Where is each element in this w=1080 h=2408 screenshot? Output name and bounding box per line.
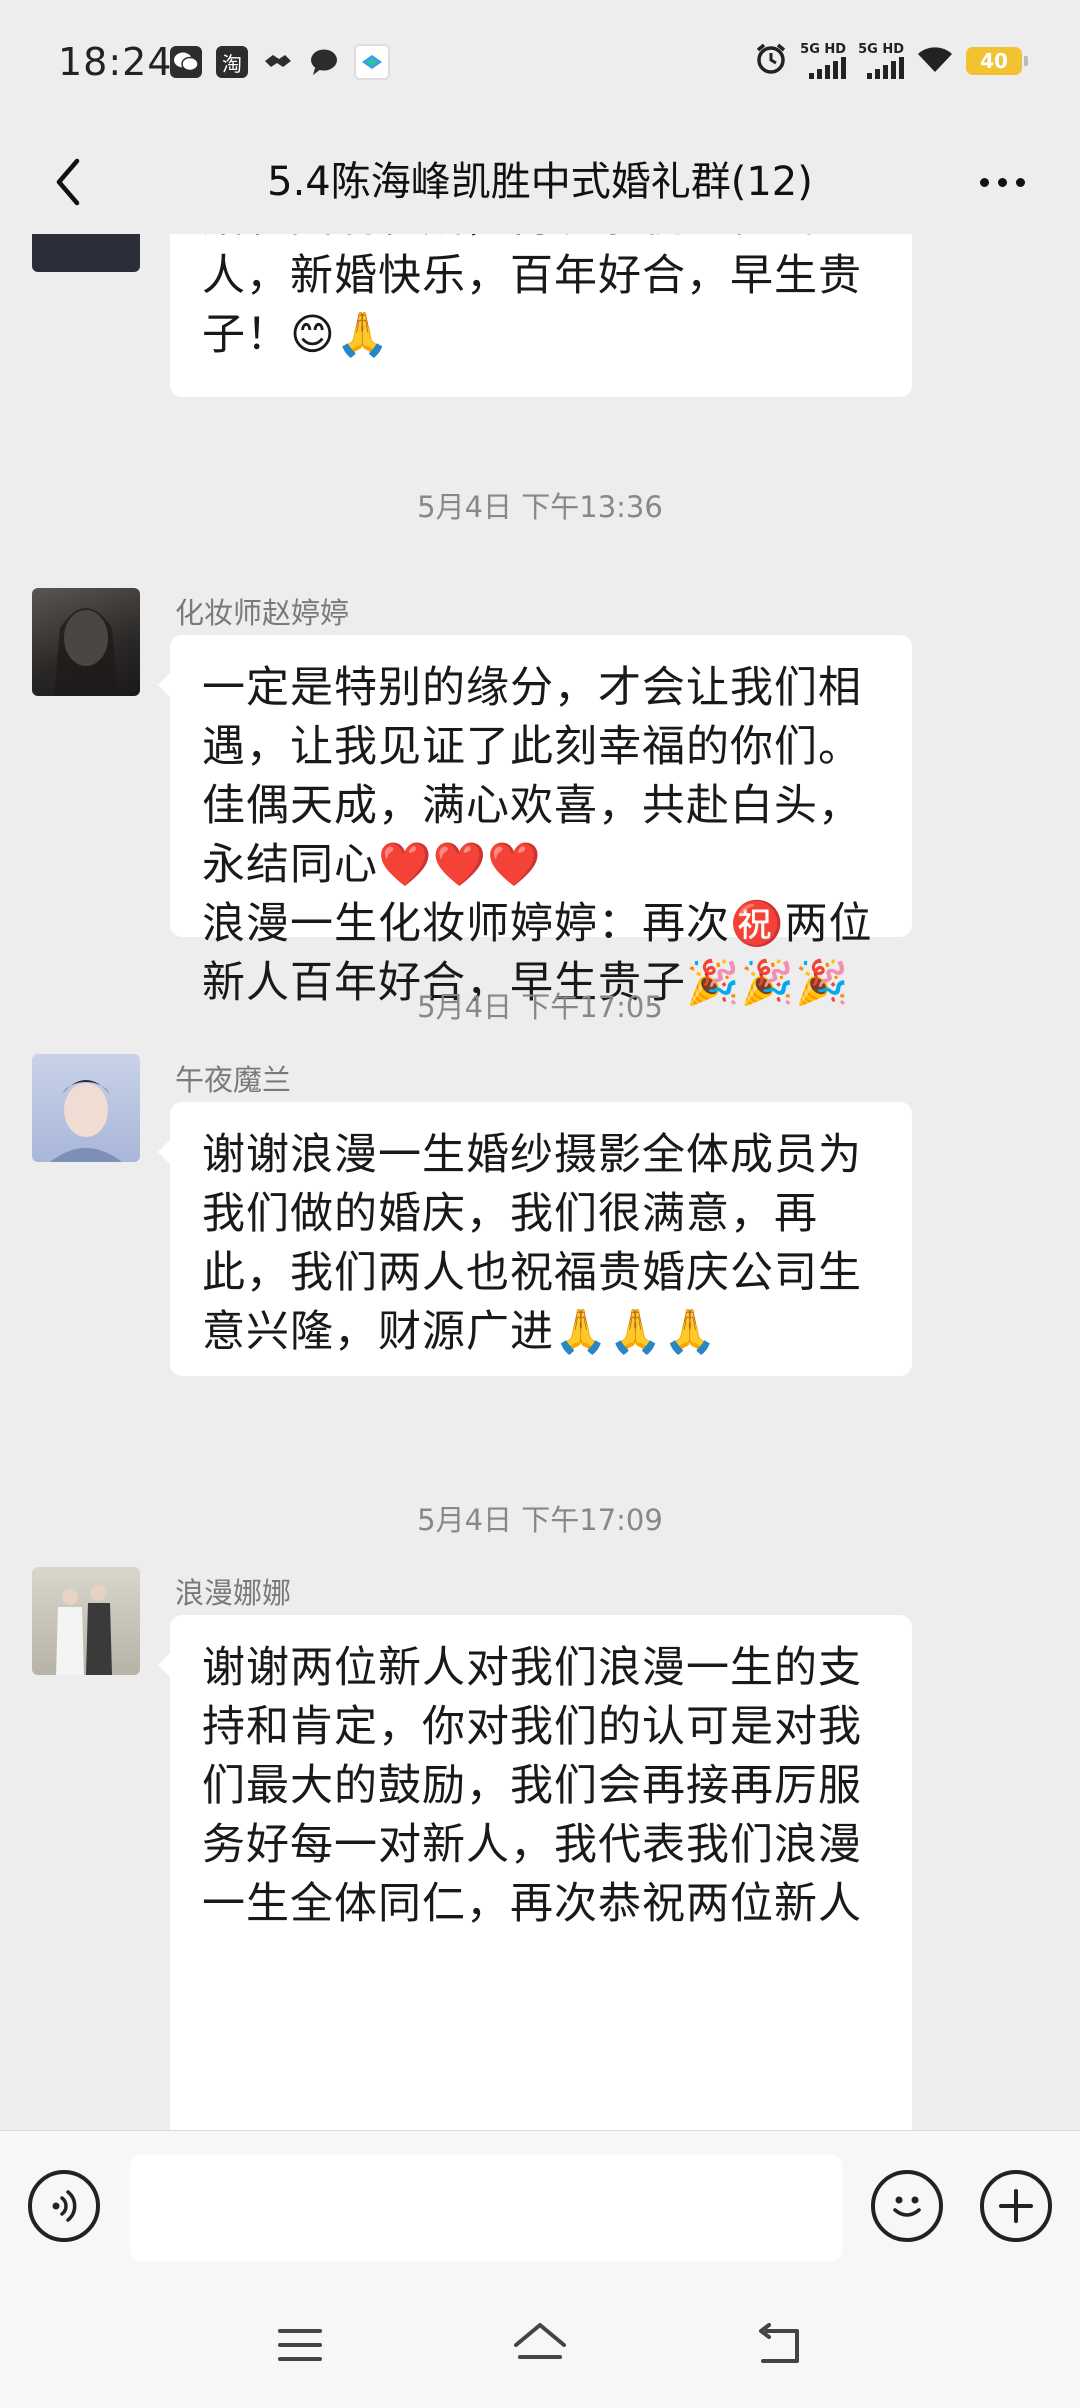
system-nav-bar [0, 2282, 1080, 2408]
message-bubble[interactable]: 谢谢浪漫一生婚纱摄影全体成员为我们做的婚庆，我们很满意，再此，我们两人也祝福贵婚… [158, 1102, 912, 1376]
emoji-icon [893, 2196, 921, 2217]
alarm-icon [754, 42, 788, 80]
message-text: 谢谢两位新人对我们浪漫一生的支持和肯定，你对我们的认可是对我们最大的鼓励，我们会… [202, 1643, 862, 1929]
dot-icon [997, 177, 1007, 187]
emoji-button[interactable] [871, 2170, 943, 2242]
dot-icon [979, 177, 989, 187]
message-bubble[interactable]: 谢谢两位新人对我们浪漫一生的支持和肯定，你对我们的认可是对我们最大的鼓励，我们会… [158, 1615, 912, 2130]
timestamp: 5月4日 下午13:36 [417, 490, 663, 524]
message-text: 婚礼圆满礼成，再次恭祝二位新人，新婚快乐，百年好合，早生贵子！😊🙏 [202, 234, 862, 360]
voice-icon [52, 2190, 77, 2222]
chat-header: 5.4陈海峰凯胜中式婚礼群(12) [0, 130, 1080, 234]
timestamp: 5月4日 下午17:05 [417, 990, 663, 1024]
menu-icon [278, 2329, 322, 2361]
back-button[interactable] [38, 150, 98, 214]
status-right: 5G HD 5G HD 40 [754, 42, 1028, 80]
timestamp: 5月4日 下午17:09 [417, 1503, 663, 1537]
message-bubble[interactable]: 一定是特别的缘分，才会让我们相遇，让我见证了此刻幸福的你们。佳偶天成，满心欢喜，… [158, 635, 912, 1008]
message-list[interactable]: 婚礼圆满礼成，再次恭祝二位新人，新婚快乐，百年好合，早生贵子！😊🙏 5月4日 下… [0, 234, 1080, 2130]
message-input[interactable] [130, 2155, 842, 2261]
dot-icon [1015, 177, 1025, 187]
signal-2: 5G HD [858, 43, 904, 79]
avatar[interactable] [32, 1054, 140, 1162]
avatar[interactable] [32, 588, 140, 696]
app-icon [354, 44, 390, 80]
message-bubble[interactable]: 婚礼圆满礼成，再次恭祝二位新人，新婚快乐，百年好合，早生贵子！😊🙏 [170, 234, 912, 397]
wifi-icon [916, 44, 954, 78]
more-button[interactable] [962, 150, 1042, 214]
signal-1: 5G HD [800, 43, 847, 79]
taobao-icon: 淘 [216, 46, 248, 78]
message-icon [308, 46, 340, 78]
back-icon [759, 2323, 799, 2363]
avatar[interactable] [32, 1567, 140, 1675]
add-button[interactable] [980, 2170, 1052, 2242]
back-nav-button[interactable] [740, 2312, 820, 2378]
wechat-icon [170, 46, 202, 78]
battery-indicator: 40 [966, 47, 1028, 75]
status-app-icons: 淘 [170, 44, 390, 80]
menu-button[interactable] [260, 2312, 340, 2378]
plus-icon [999, 2189, 1033, 2223]
sender-name: 浪漫娜娜 [175, 1576, 292, 1610]
sender-name: 化妆师赵婷婷 [175, 596, 350, 630]
message-text: 一定是特别的缘分，才会让我们相遇，让我见证了此刻幸福的你们。佳偶天成，满心欢喜，… [202, 663, 873, 1008]
sender-name: 午夜魔兰 [175, 1063, 292, 1097]
chevron-left-icon [56, 158, 80, 206]
home-icon [514, 2323, 566, 2359]
chat-title: 5.4陈海峰凯胜中式婚礼群(12) [267, 159, 813, 205]
voice-button[interactable] [28, 2170, 100, 2242]
status-time: 18:24 [58, 40, 173, 84]
status-bar: 18:24 淘 5G HD 5G HD 40 [0, 0, 1080, 130]
message-text: 谢谢浪漫一生婚纱摄影全体成员为我们做的婚庆，我们很满意，再此，我们两人也祝福贵婚… [202, 1130, 862, 1357]
avatar[interactable] [32, 234, 140, 272]
home-button[interactable] [500, 2312, 580, 2378]
input-bar [0, 2130, 1080, 2283]
handshake-icon [262, 46, 294, 78]
